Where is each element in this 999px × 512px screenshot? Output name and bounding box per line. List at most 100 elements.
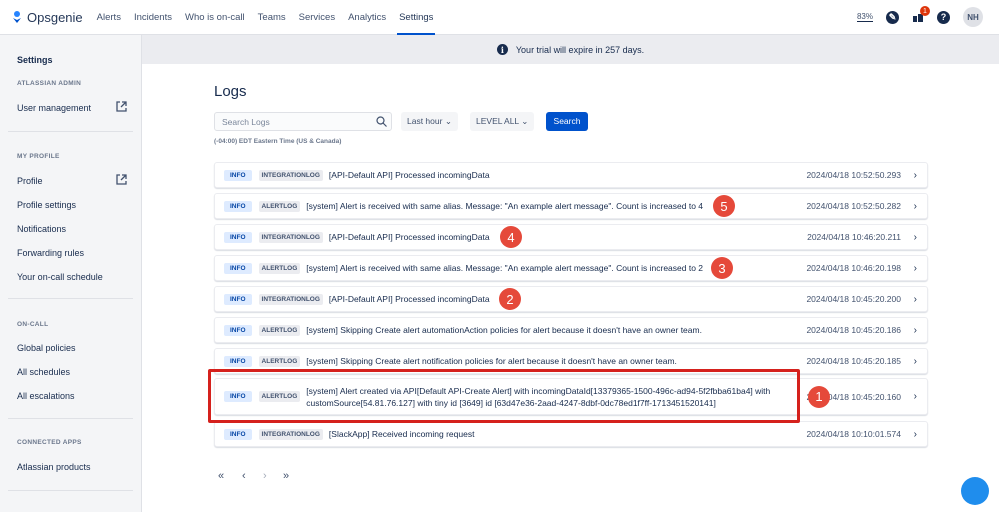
section-connected-apps: CONNECTED APPS [17,439,82,446]
log-row[interactable]: INFO INTEGRATIONLOG [API-Default API] Proc… [214,286,928,312]
sidebar-item-user-management[interactable]: User management [17,103,91,113]
log-message: [system] Skipping Create alert notificat… [306,356,677,366]
chevron-right-icon[interactable]: › [914,391,917,402]
next-page-button[interactable]: › [263,470,267,482]
info-icon: i [496,44,508,55]
trial-message: Your trial will expire in 257 days. [515,44,645,55]
chevron-right-icon[interactable]: › [914,170,917,181]
chevron-right-icon[interactable]: › [914,294,917,305]
help-icon[interactable]: ? [937,10,950,24]
log-type-badge: INTEGRATIONLOG [258,169,323,181]
log-message: [SlackApp] Received incoming request [328,429,475,439]
divider [8,490,133,491]
divider [8,298,133,299]
prev-page-button[interactable]: ‹ [242,470,246,482]
search-icon[interactable] [376,116,387,127]
search-logs-input[interactable]: Search Logs [214,112,392,131]
log-timestamp: 2024/04/18 10:52:50.282 [806,201,901,211]
settings-sidebar: Settings ATLASSIAN ADMIN User management… [0,35,142,512]
external-link-icon[interactable] [116,174,127,185]
zoom-level[interactable]: 83% [856,12,873,22]
log-row[interactable]: INFO ALERTLOG [system] Skipping Create ale… [214,317,928,343]
highlight-box [208,369,800,423]
nav-analytics[interactable]: Analytics [348,0,386,35]
nav-services[interactable]: Services [299,0,335,35]
last-page-button[interactable]: » [283,470,289,482]
log-timestamp: 2024/04/18 10:45:20.200 [806,294,901,304]
step-marker: 2 [499,288,521,310]
level-badge: INFO [224,169,252,181]
brand-name: Opsgenie [27,9,83,25]
chevron-right-icon[interactable]: › [914,201,917,212]
log-timestamp: 2024/04/18 10:52:50.293 [806,170,901,180]
divider [8,418,133,419]
trial-banner: i Your trial will expire in 257 days. [142,35,999,64]
sidebar-item-all-schedules[interactable]: All schedules [17,367,70,377]
level-dropdown[interactable]: LEVEL ALL ⌄ [470,112,535,131]
time-range-dropdown[interactable]: Last hour ⌄ [401,112,458,131]
section-on-call: ON-CALL [17,321,49,328]
chevron-right-icon[interactable]: › [914,356,917,367]
step-marker: 5 [713,195,735,217]
time-range-value: Last hour [407,116,443,126]
log-message: [API-Default API] Processed incomingData [328,294,490,304]
opsgenie-logo-icon [13,11,21,23]
log-message: [system] Alert is received with same ali… [306,263,704,273]
section-atlassian-admin: ATLASSIAN ADMIN [17,80,82,87]
sidebar-item-all-escalations[interactable]: All escalations [17,391,75,401]
nav-incidents[interactable]: Incidents [134,0,172,35]
log-row[interactable]: INFO INTEGRATIONLOG [API-Default API] Proc… [214,224,928,250]
sidebar-item-global-policies[interactable]: Global policies [17,343,76,353]
log-row[interactable]: INFO INTEGRATIONLOG [SlackApp] Received in… [214,421,928,447]
level-badge: INFO [224,200,252,212]
log-type-badge: ALERTLOG [258,355,301,367]
chevron-right-icon[interactable]: › [914,232,917,243]
log-timestamp: 2024/04/18 10:46:20.198 [806,263,901,273]
notifications-icon[interactable]: 1 [912,6,930,23]
log-row[interactable]: INFO ALERTLOG [system] Alert is received w… [214,255,928,281]
avatar[interactable]: NH [963,7,983,27]
log-message: [system] Alert is received with same ali… [306,201,704,211]
chevron-right-icon[interactable]: › [914,263,917,274]
step-marker: 1 [808,385,830,408]
nav-alerts[interactable]: Alerts [97,0,121,35]
first-page-button[interactable]: « [218,470,224,482]
sidebar-item-forwarding-rules[interactable]: Forwarding rules [17,248,84,258]
sidebar-item-profile-settings[interactable]: Profile settings [17,200,76,210]
sidebar-item-atlassian-products[interactable]: Atlassian products [17,462,91,472]
timezone-label: (-04:00) EDT Eastern Time (US & Canada) [214,138,342,145]
log-message: [API-Default API] Processed incomingData [328,232,490,242]
chevron-right-icon[interactable]: › [914,325,917,336]
chat-help-button[interactable] [961,477,989,505]
level-badge: INFO [224,428,252,440]
log-row[interactable]: INFO ALERTLOG [system] Alert is received w… [214,193,928,219]
sidebar-item-profile[interactable]: Profile [17,176,43,186]
divider [8,131,133,132]
section-my-profile: MY PROFILE [17,153,60,160]
log-type-badge: ALERTLOG [258,324,301,336]
top-nav: Opsgenie Alerts Incidents Who is on-call… [0,0,999,35]
level-value: LEVEL ALL [476,116,519,126]
level-badge: INFO [224,231,252,243]
sidebar-item-on-call-schedule[interactable]: Your on-call schedule [17,272,103,282]
level-badge: INFO [224,324,252,336]
nav-settings[interactable]: Settings [397,0,436,35]
log-type-badge: INTEGRATIONLOG [258,293,323,305]
log-timestamp: 2024/04/18 10:10:01.574 [806,429,901,439]
chevron-down-icon: ⌄ [444,116,452,126]
sidebar-title: Settings [17,55,53,65]
search-button[interactable]: Search [546,112,588,131]
step-marker: 3 [711,257,733,279]
brand-logo[interactable]: Opsgenie [12,10,83,25]
log-type-badge: INTEGRATIONLOG [258,428,323,440]
notification-badge: 1 [920,6,930,16]
nav-who-is-on-call[interactable]: Who is on-call [185,0,245,35]
page-title: Logs [214,83,247,100]
external-link-icon[interactable] [116,101,127,112]
compass-icon[interactable]: ✎ [886,10,899,24]
log-row[interactable]: INFO INTEGRATIONLOG [API-Default API] Proc… [214,162,928,188]
sidebar-item-notifications[interactable]: Notifications [17,224,66,234]
chevron-right-icon[interactable]: › [914,429,917,440]
nav-teams[interactable]: Teams [258,0,286,35]
level-badge: INFO [224,293,252,305]
